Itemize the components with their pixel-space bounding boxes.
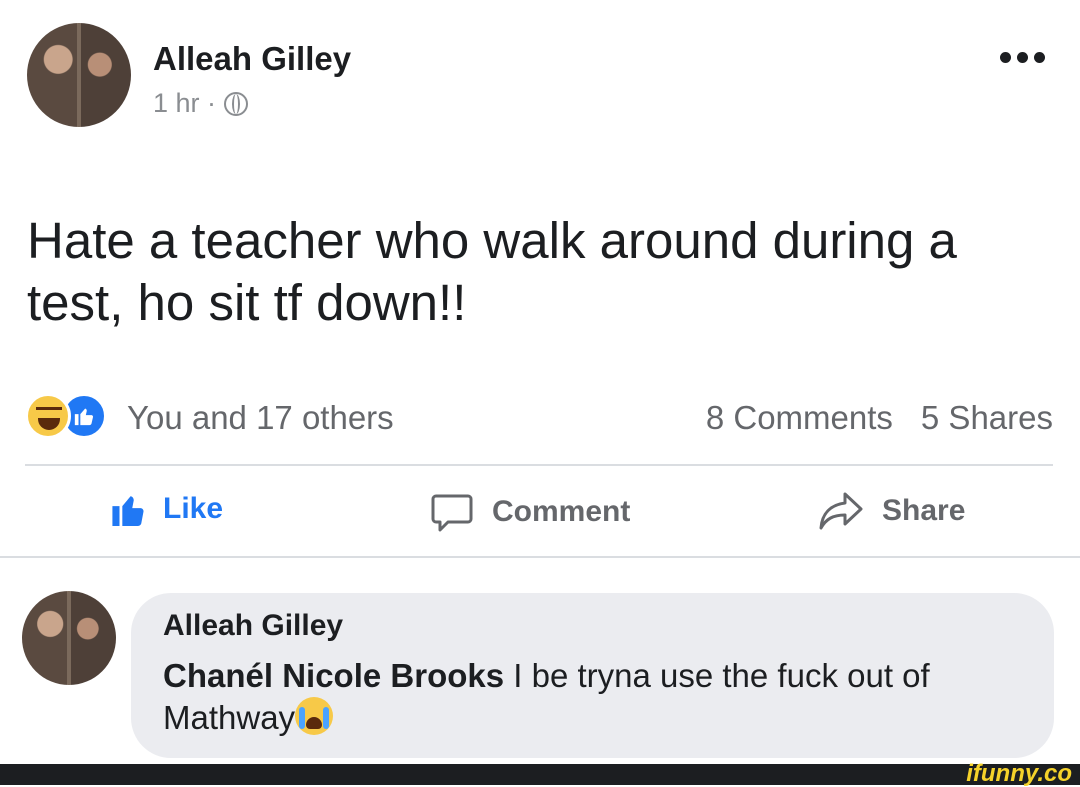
thumbs-up-icon (112, 496, 144, 526)
reaction-summary[interactable]: You and 17 others (127, 399, 394, 437)
shares-count[interactable]: 5 Shares (921, 399, 1053, 437)
comment-button[interactable]: Comment (430, 490, 630, 534)
comments-count[interactable]: 8 Comments (706, 399, 893, 437)
comment-text: Chanél Nicole Brooks I be tryna use the … (163, 655, 1043, 739)
post-author-name[interactable]: Alleah Gilley (153, 40, 351, 78)
watermark-bar (0, 764, 1080, 785)
share-button[interactable]: Share (818, 490, 965, 532)
post-time: 1 hr · (153, 88, 217, 118)
divider (25, 464, 1053, 466)
globe-icon (224, 91, 249, 116)
crying-emoji-icon (295, 697, 334, 735)
comment-author-name[interactable]: Alleah Gilley (163, 609, 343, 643)
more-options-icon[interactable] (1000, 52, 1045, 63)
comment-label: Comment (492, 495, 631, 528)
ifunny-watermark: ifunny.co (966, 760, 1072, 787)
like-button[interactable]: Like (111, 490, 223, 528)
engagement-counts: 8 Comments 5 Shares (706, 399, 1053, 437)
haha-reaction-icon (25, 393, 71, 439)
divider (0, 556, 1080, 558)
post-text: Hate a teacher who walk around during a … (27, 212, 957, 331)
comment-icon (431, 494, 473, 532)
like-label: Like (163, 492, 224, 525)
comment-mention[interactable]: Chanél Nicole Brooks (163, 657, 504, 694)
share-label: Share (882, 494, 966, 527)
commenter-avatar[interactable] (22, 591, 116, 685)
author-avatar[interactable] (27, 23, 131, 127)
share-icon (819, 492, 863, 530)
reaction-icons[interactable] (25, 393, 107, 439)
post-meta: 1 hr · (153, 88, 249, 119)
